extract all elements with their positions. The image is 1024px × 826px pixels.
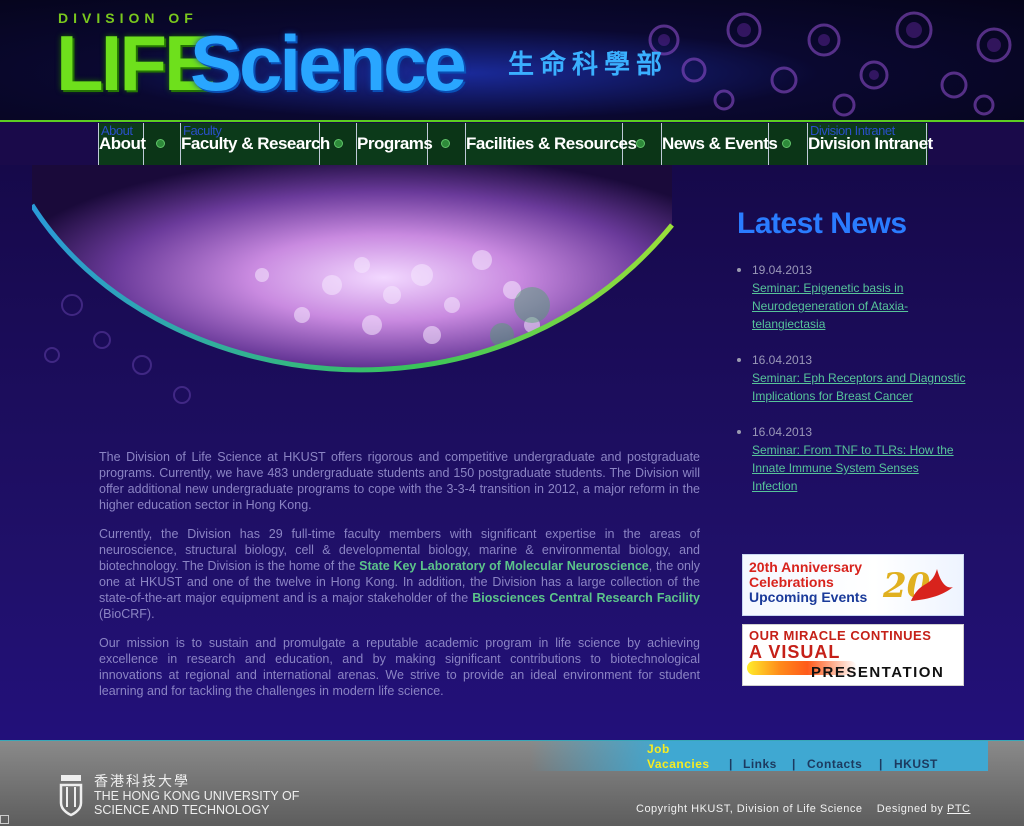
job-vacancies-link[interactable]: Job Vacancies — [647, 742, 710, 772]
nav-separator-dot — [441, 139, 450, 148]
hkust-en-line2: SCIENCE AND TECHNOLOGY — [94, 803, 270, 817]
miracle-line3: PRESENTATION — [811, 664, 945, 681]
hkust-logo[interactable]: 香港科技大學 THE HONG KONG UNIVERSITY OF SCIEN… — [58, 771, 358, 821]
nav-division-intranet[interactable]: Division Intranet Division Intranet — [807, 123, 933, 165]
header-divider — [0, 120, 1024, 122]
hkust-english-name: THE HONG KONG UNIVERSITY OF SCIENCE AND … — [94, 789, 299, 817]
footer-separator: | — [729, 757, 733, 771]
main-content: Latest News 19.04.2013 Seminar: Epigenet… — [0, 165, 1024, 740]
nav-separator-dot — [334, 139, 343, 148]
news-date: 19.04.2013 — [752, 263, 813, 277]
state-key-lab-link[interactable]: State Key Laboratory of Molecular Neuros… — [359, 559, 649, 573]
news-list: 19.04.2013 Seminar: Epigenetic basis in … — [737, 261, 967, 513]
nav-about[interactable]: About About — [98, 123, 146, 165]
hkust-link[interactable]: HKUST — [894, 757, 938, 771]
biocrf-link[interactable]: Biosciences Central Research Facility — [472, 591, 700, 605]
nav-news-label: News & Events — [662, 134, 778, 153]
designer-link[interactable]: PTC — [947, 803, 971, 815]
intro-paragraph-2: Currently, the Division has 29 full-time… — [99, 526, 700, 622]
nav-separator-dot — [636, 139, 645, 148]
coral-hero-image — [32, 165, 674, 404]
brand-science: Science — [190, 19, 467, 107]
nav-facilities-resources[interactable]: Facilities & Resources — [465, 123, 637, 165]
visual-presentation-banner[interactable]: OUR MIRACLE CONTINUES A VISUAL PRESENTAT… — [742, 624, 964, 686]
contacts-link[interactable]: Contacts — [807, 757, 862, 771]
anniversary-line3: Upcoming Events — [749, 589, 868, 605]
job-line1: Job — [647, 742, 670, 756]
nav-intranet-ghost: Division Intranet — [810, 123, 895, 138]
copyright: Copyright HKUST, Division of Life Scienc… — [636, 803, 970, 815]
hkust-en-line1: THE HONG KONG UNIVERSITY OF — [94, 789, 300, 803]
intro-paragraph-3: Our mission is to sustain and promulgate… — [99, 636, 700, 698]
news-link[interactable]: Seminar: Eph Receptors and Diagnostic Im… — [752, 369, 967, 405]
designed-by-text: Designed by — [876, 803, 944, 815]
anniversary-line2: Celebrations — [749, 574, 834, 590]
brand-chinese: 生命科學部 — [508, 49, 669, 79]
anniversary-banner[interactable]: 20th Anniversary Celebrations Upcoming E… — [742, 554, 964, 616]
news-link[interactable]: Seminar: From TNF to TLRs: How the Innat… — [752, 441, 967, 495]
nav-programs[interactable]: Programs — [356, 123, 433, 165]
nav-about-ghost: About — [101, 123, 133, 138]
hkust-chinese-name: 香港科技大學 — [94, 773, 190, 789]
anniversary-logo-icon: 20 — [882, 566, 953, 606]
intro-paragraph-1: The Division of Life Science at HKUST of… — [99, 450, 700, 512]
footer-separator: | — [879, 757, 883, 771]
intro-text: The Division of Life Science at HKUST of… — [99, 449, 700, 712]
latest-news-title: Latest News — [737, 207, 907, 240]
footer-separator: | — [792, 757, 796, 771]
site-header: DIVISION OF LIFE Science 生命科學部 — [0, 0, 1024, 122]
copyright-text: Copyright HKUST, Division of Life Scienc… — [636, 803, 863, 815]
anniversary-banner-text: 20th Anniversary Celebrations Upcoming E… — [749, 560, 867, 605]
nav-faculty-research[interactable]: Faculty Faculty & Research — [180, 123, 330, 165]
nav-news-events[interactable]: News & Events — [661, 123, 778, 165]
news-date: 16.04.2013 — [752, 353, 813, 367]
intro-p2-text-c: (BioCRF). — [99, 607, 155, 621]
nav-separator-dot — [156, 139, 165, 148]
news-item: 16.04.2013 Seminar: Eph Receptors and Di… — [737, 351, 967, 405]
nav-faculty-ghost: Faculty — [183, 123, 222, 138]
miracle-line1: OUR MIRACLE CONTINUES — [749, 628, 932, 643]
broken-image-icon — [0, 815, 9, 824]
anniversary-line1: 20th Anniversary — [749, 559, 863, 575]
news-item: 19.04.2013 Seminar: Epigenetic basis in … — [737, 261, 967, 333]
site-footer: Job Vacancies | Links | Contacts | HKUST… — [0, 740, 1024, 826]
nav-programs-label: Programs — [357, 134, 433, 153]
hkust-seal-icon — [59, 775, 83, 817]
links-link[interactable]: Links — [743, 757, 777, 771]
nav-separator-dot — [782, 139, 791, 148]
main-nav: About About Faculty Faculty & Research P… — [98, 123, 933, 165]
miracle-line2: A VISUAL — [749, 642, 841, 662]
job-line2: Vacancies — [647, 757, 710, 771]
nav-facilities-label: Facilities & Resources — [466, 134, 637, 153]
news-link[interactable]: Seminar: Epigenetic basis in Neurodegene… — [752, 279, 967, 333]
news-date: 16.04.2013 — [752, 425, 813, 439]
news-item: 16.04.2013 Seminar: From TNF to TLRs: Ho… — [737, 423, 967, 495]
